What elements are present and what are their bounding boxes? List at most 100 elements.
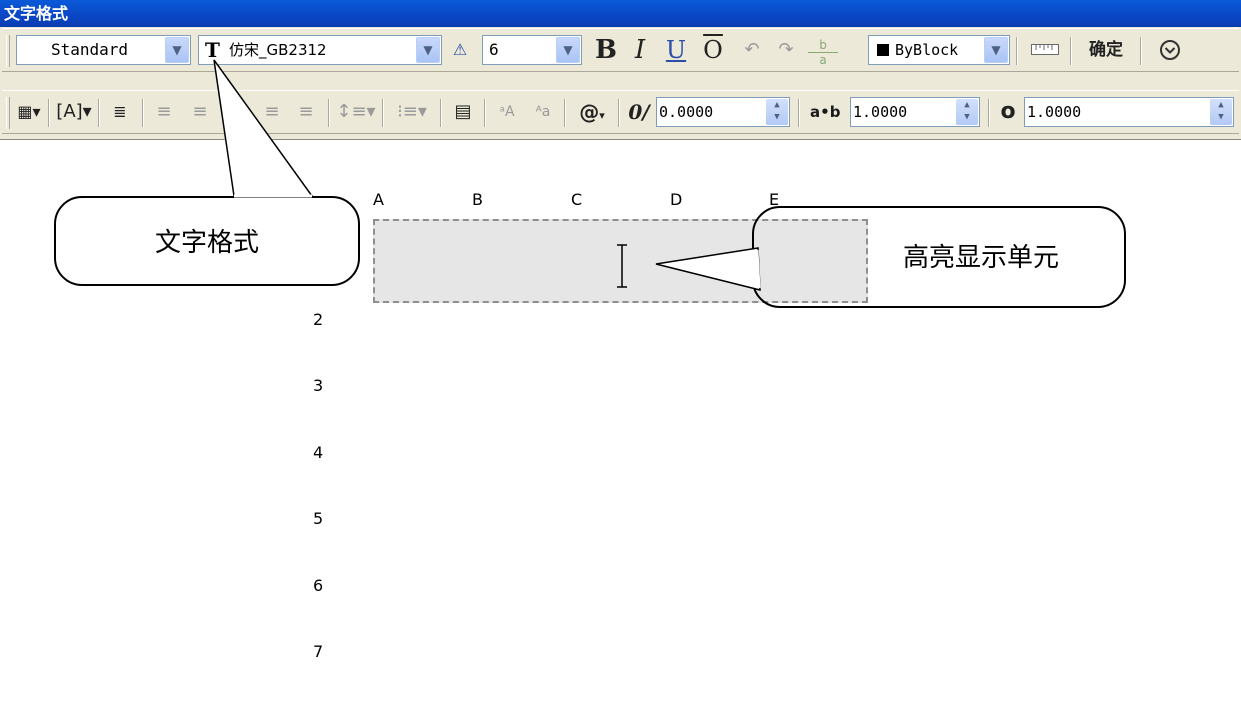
separator	[440, 99, 442, 127]
chevron-down-icon[interactable]: ▼	[416, 37, 440, 63]
table-cell[interactable]	[373, 618, 473, 686]
align-left-icon[interactable]: ≡	[150, 97, 178, 127]
table-cell[interactable]	[472, 352, 572, 420]
table-cell[interactable]	[571, 352, 671, 420]
underline-button[interactable]: U	[662, 35, 690, 65]
font-select[interactable]: T 仿宋_GB2312 ▼	[198, 35, 442, 65]
bold-button[interactable]: B	[592, 35, 620, 65]
table-cell[interactable]	[769, 618, 869, 686]
lowercase-icon[interactable]: ᴬa	[528, 97, 558, 127]
table-cell[interactable]	[769, 485, 869, 553]
insert-field-icon[interactable]: ▤	[448, 97, 478, 127]
options-circle-icon	[1160, 40, 1180, 60]
align-right-icon[interactable]: ≡	[222, 97, 250, 127]
justify-icon[interactable]: ≡	[258, 97, 286, 127]
window-title: 文字格式	[0, 0, 1241, 27]
spinner-arrows-icon[interactable]: ▲ ▼	[1210, 99, 1232, 125]
table-cell[interactable]	[670, 552, 770, 620]
color-swatch-icon	[877, 44, 889, 56]
table-cell[interactable]	[769, 352, 869, 420]
table-cell[interactable]	[769, 419, 869, 487]
separator	[988, 99, 990, 127]
align-center-icon[interactable]: ≡	[186, 97, 214, 127]
options-icon[interactable]	[1152, 35, 1188, 65]
ruler-icon[interactable]	[1028, 35, 1062, 65]
table-cell[interactable]	[571, 419, 671, 487]
paragraph-icon[interactable]: ≣	[106, 97, 134, 127]
oblique-angle-value: 0.0000	[659, 103, 714, 121]
color-select[interactable]: ByBlock ▼	[868, 35, 1010, 65]
table-cell[interactable]	[769, 552, 869, 620]
ok-button[interactable]: 确定	[1080, 35, 1132, 65]
column-header-b[interactable]: B	[472, 180, 572, 220]
column-header-a[interactable]: A	[373, 180, 473, 220]
redo-icon[interactable]: ↷	[772, 35, 800, 65]
toolbar-grip[interactable]	[6, 35, 10, 67]
annotative-icon[interactable]: ⚠	[448, 35, 472, 65]
italic-button[interactable]: I	[626, 35, 654, 65]
row-header-6[interactable]: 6	[313, 552, 374, 620]
chevron-down-icon[interactable]: ▼	[165, 37, 189, 63]
table-cell[interactable]	[373, 352, 473, 420]
separator	[328, 99, 330, 127]
table-cell[interactable]	[373, 419, 473, 487]
table-cell[interactable]	[373, 485, 473, 553]
style-select[interactable]: Standard ▼	[16, 35, 191, 65]
justification-icon[interactable]: [A]▾	[56, 97, 92, 127]
numbering-icon[interactable]: ⁝≡▾	[390, 97, 434, 127]
row-header-5[interactable]: 5	[313, 485, 374, 553]
row-header-2[interactable]: 2	[313, 286, 374, 354]
tracking-label: a•b	[810, 103, 841, 121]
oblique-angle-icon: 0/	[628, 100, 650, 124]
table-cell[interactable]	[670, 419, 770, 487]
table-cell[interactable]	[670, 618, 770, 686]
callout-text-format-label: 文字格式	[154, 228, 259, 258]
text-height-select[interactable]: 6 ▼	[482, 35, 582, 65]
callout-text-format: 文字格式	[54, 196, 360, 286]
row-header-3[interactable]: 3	[313, 352, 374, 420]
callout-highlight-cell: 高亮显示单元	[752, 206, 1126, 308]
table-cell[interactable]	[373, 552, 473, 620]
table-cell[interactable]	[472, 419, 572, 487]
table-cell[interactable]	[472, 485, 572, 553]
distribute-icon[interactable]: ≡	[292, 97, 320, 127]
chevron-down-icon[interactable]: ▼	[556, 37, 580, 63]
tracking-input[interactable]: 1.0000 ▲ ▼	[850, 97, 980, 127]
width-factor-value: 1.0000	[1027, 103, 1082, 121]
chevron-down-icon[interactable]: ▼	[984, 37, 1008, 63]
table-cell[interactable]	[472, 618, 572, 686]
font-select-value: 仿宋_GB2312	[229, 41, 327, 59]
width-factor-input[interactable]: 1.0000 ▲ ▼	[1024, 97, 1234, 127]
line-spacing-icon[interactable]: ↕≡▾	[336, 97, 376, 127]
table-cell[interactable]	[571, 485, 671, 553]
column-header-d[interactable]: D	[670, 180, 770, 220]
row-header-4[interactable]: 4	[313, 419, 374, 487]
oblique-angle-input[interactable]: 0.0000 ▲ ▼	[656, 97, 790, 127]
column-header-c[interactable]: C	[571, 180, 671, 220]
separator	[564, 99, 566, 127]
table-cell[interactable]	[571, 618, 671, 686]
separator	[48, 99, 50, 127]
columns-icon[interactable]: ▦▾	[14, 97, 44, 127]
row-header-7[interactable]: 7	[313, 618, 374, 686]
table-cell[interactable]	[472, 552, 572, 620]
spinner-arrows-icon[interactable]: ▲ ▼	[766, 99, 788, 125]
toolbar-row-1: Standard ▼ T 仿宋_GB2312 ▼ ⚠ 6 ▼ B I U O ↶…	[2, 28, 1239, 72]
table-cell[interactable]	[571, 552, 671, 620]
undo-icon[interactable]: ↶	[738, 35, 766, 65]
toolbar-grip[interactable]	[6, 97, 10, 129]
table-cell[interactable]	[670, 485, 770, 553]
symbol-button[interactable]: @▾	[572, 97, 612, 127]
text-format-window: 文字格式 Standard ▼ T 仿宋_GB2312 ▼ ⚠ 6 ▼ B I …	[0, 0, 1241, 140]
table-cell[interactable]	[670, 352, 770, 420]
uppercase-icon[interactable]: ᵃA	[492, 97, 522, 127]
overline-button[interactable]: O	[698, 35, 728, 65]
stack-icon[interactable]: ba	[808, 35, 838, 67]
separator	[1070, 37, 1072, 65]
callout-highlight-cell-label: 高亮显示单元	[902, 243, 1059, 273]
toolbar-row-2: ▦▾ [A]▾ ≣ ≡ ≡ ≡ ≡ ≡ ↕≡▾ ⁝≡▾ ▤ ᵃA ᴬa @▾ 0…	[2, 90, 1239, 134]
style-select-value: Standard	[51, 40, 129, 59]
separator	[484, 99, 486, 127]
separator	[382, 99, 384, 127]
spinner-arrows-icon[interactable]: ▲ ▼	[956, 99, 978, 125]
